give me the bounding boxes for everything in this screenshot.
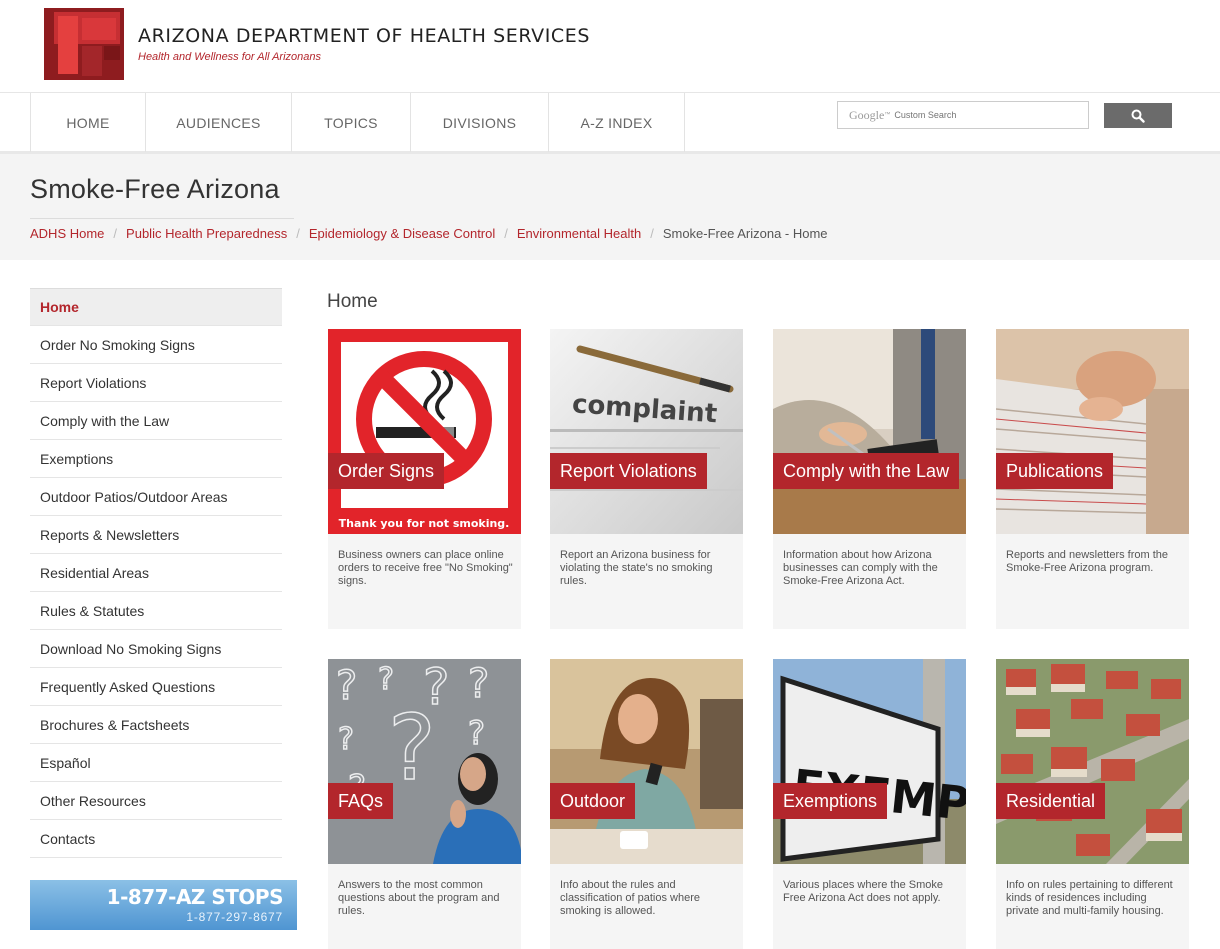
sidebar-item-espanol[interactable]: Español	[30, 744, 282, 782]
sidebar-item-order-signs[interactable]: Order No Smoking Signs	[30, 326, 282, 364]
card-description: Answers to the most common questions abo…	[338, 879, 500, 917]
card-label[interactable]: Order Signs	[328, 453, 445, 489]
card-description: Reports and newsletters from the Smoke-F…	[1006, 549, 1169, 574]
card-label[interactable]: Publications	[996, 453, 1114, 489]
svg-text:?: ?	[468, 661, 489, 707]
google-tm: ™	[884, 112, 891, 118]
card-description: Info about the rules and classification …	[560, 879, 701, 917]
sidebar-item-faq[interactable]: Frequently Asked Questions	[30, 668, 282, 706]
card-report-violations[interactable]: complaint Report Violations Report an Ar…	[550, 329, 743, 629]
page-title-band: Smoke-Free Arizona ADHS Home / Public He…	[0, 154, 1220, 260]
nav-list: HOME AUDIENCES TOPICS DIVISIONS A-Z INDE…	[30, 93, 685, 152]
card-description: Information about how Arizona businesses…	[783, 549, 938, 587]
card-residential[interactable]: Residential Info on rules pertaining to …	[996, 659, 1189, 949]
sidebar-item-other-resources[interactable]: Other Resources	[30, 782, 282, 820]
sidebar-item-report-violations[interactable]: Report Violations	[30, 364, 282, 402]
sidebar-item-contacts[interactable]: Contacts	[30, 820, 282, 858]
google-brand: Google	[849, 107, 885, 122]
card-label[interactable]: Residential	[996, 783, 1106, 819]
exempt-sign-image: EXEMPT	[773, 659, 966, 864]
svg-text:?: ?	[468, 714, 485, 752]
houses-aerial-image	[996, 659, 1189, 864]
card-order-signs[interactable]: Thank you for not smoking. Order Signs B…	[328, 329, 521, 629]
main-nav: HOME AUDIENCES TOPICS DIVISIONS A-Z INDE…	[0, 92, 1220, 154]
sidebar-item-comply[interactable]: Comply with the Law	[30, 402, 282, 440]
sign-caption: Thank you for not smoking.	[339, 517, 510, 530]
sidebar-item-exemptions[interactable]: Exemptions	[30, 440, 282, 478]
sidebar-item-residential[interactable]: Residential Areas	[30, 554, 282, 592]
sidebar-item-download-signs[interactable]: Download No Smoking Signs	[30, 630, 282, 668]
sidebar-item-outdoor-patios[interactable]: Outdoor Patios/Outdoor Areas	[30, 478, 282, 516]
nav-item-audiences[interactable]: AUDIENCES	[146, 93, 292, 152]
search-input[interactable]	[894, 110, 1075, 120]
nav-item-az-index[interactable]: A-Z INDEX	[549, 93, 685, 152]
card-label[interactable]: Exemptions	[773, 783, 888, 819]
sidebar-item-brochures[interactable]: Brochures & Factsheets	[30, 706, 282, 744]
nav-item-divisions[interactable]: DIVISIONS	[411, 93, 549, 152]
adhs-logo[interactable]	[44, 8, 124, 80]
card-faqs[interactable]: ? ? ? ? ? ? ? ? FAQs Answers to the most…	[328, 659, 521, 949]
breadcrumb-epidemiology[interactable]: Epidemiology & Disease Control	[309, 226, 495, 241]
card-label[interactable]: Report Violations	[550, 453, 707, 489]
sidebar-item-reports-newsletters[interactable]: Reports & Newsletters	[30, 516, 282, 554]
org-name[interactable]: ARIZONA DEPARTMENT OF HEALTH SERVICES	[138, 25, 590, 47]
sidebar-item-home[interactable]: Home	[30, 288, 282, 326]
breadcrumb-public-health-preparedness[interactable]: Public Health Preparedness	[126, 226, 287, 241]
sidebar-nav: Home Order No Smoking Signs Report Viola…	[30, 288, 282, 858]
card-publications[interactable]: Publications Reports and newsletters fro…	[996, 329, 1189, 629]
breadcrumb-separator: /	[296, 226, 300, 241]
complaint-form-image: complaint	[550, 329, 743, 534]
breadcrumb-adhs-home[interactable]: ADHS Home	[30, 226, 104, 241]
card-description: Various places where the Smoke Free Ariz…	[783, 879, 943, 904]
card-description: Business owners can place online orders …	[338, 549, 513, 587]
card-description: Info on rules pertaining to different ki…	[1006, 879, 1173, 917]
org-tagline: Health and Wellness for All Arizonans	[138, 51, 322, 63]
title-divider	[30, 218, 294, 219]
svg-text:?: ?	[378, 662, 394, 697]
card-label[interactable]: Comply with the Law	[773, 453, 960, 489]
svg-text:?: ?	[338, 722, 354, 757]
content-heading: Home	[327, 291, 378, 312]
breadcrumb: ADHS Home / Public Health Preparedness /…	[30, 226, 828, 241]
card-comply-law[interactable]: Comply with the Law Information about ho…	[773, 329, 966, 629]
svg-text:?: ?	[336, 663, 357, 709]
search-button[interactable]	[1104, 103, 1172, 128]
breadcrumb-separator: /	[113, 226, 118, 241]
card-label[interactable]: Outdoor	[550, 783, 636, 819]
card-exemptions[interactable]: EXEMPT Exemptions Various places where t…	[773, 659, 966, 949]
card-outdoor[interactable]: Outdoor Info about the rules and classif…	[550, 659, 743, 949]
page-title: Smoke-Free Arizona	[30, 174, 280, 204]
site-header: ARIZONA DEPARTMENT OF HEALTH SERVICES He…	[0, 0, 1220, 92]
outdoor-cafe-image	[550, 659, 743, 864]
breadcrumb-current: Smoke-Free Arizona - Home	[662, 226, 828, 241]
breadcrumb-separator: /	[650, 226, 654, 241]
paper-stack-image	[996, 329, 1189, 534]
breadcrumb-separator: /	[504, 226, 508, 241]
quitline-number: 1-877-297-8677	[186, 910, 283, 924]
search-field[interactable]: Google ™	[837, 101, 1089, 129]
card-label[interactable]: FAQs	[328, 783, 394, 819]
card-description: Report an Arizona business for violating…	[560, 549, 713, 587]
sidebar-item-rules-statutes[interactable]: Rules & Statutes	[30, 592, 282, 630]
search-icon	[1131, 109, 1145, 123]
nav-item-topics[interactable]: TOPICS	[292, 93, 411, 152]
svg-text:?: ?	[388, 696, 436, 801]
business-person-image	[773, 329, 966, 534]
question-marks-image: ? ? ? ? ? ? ? ?	[328, 659, 521, 864]
quitline-banner[interactable]: 1-877-AZ STOPS 1-877-297-8677	[30, 880, 297, 930]
quitline-main: 1-877-AZ STOPS	[106, 885, 284, 909]
nav-item-home[interactable]: HOME	[31, 93, 146, 152]
breadcrumb-environmental-health[interactable]: Environmental Health	[517, 226, 641, 241]
no-smoking-sign-image: Thank you for not smoking.	[328, 329, 521, 534]
